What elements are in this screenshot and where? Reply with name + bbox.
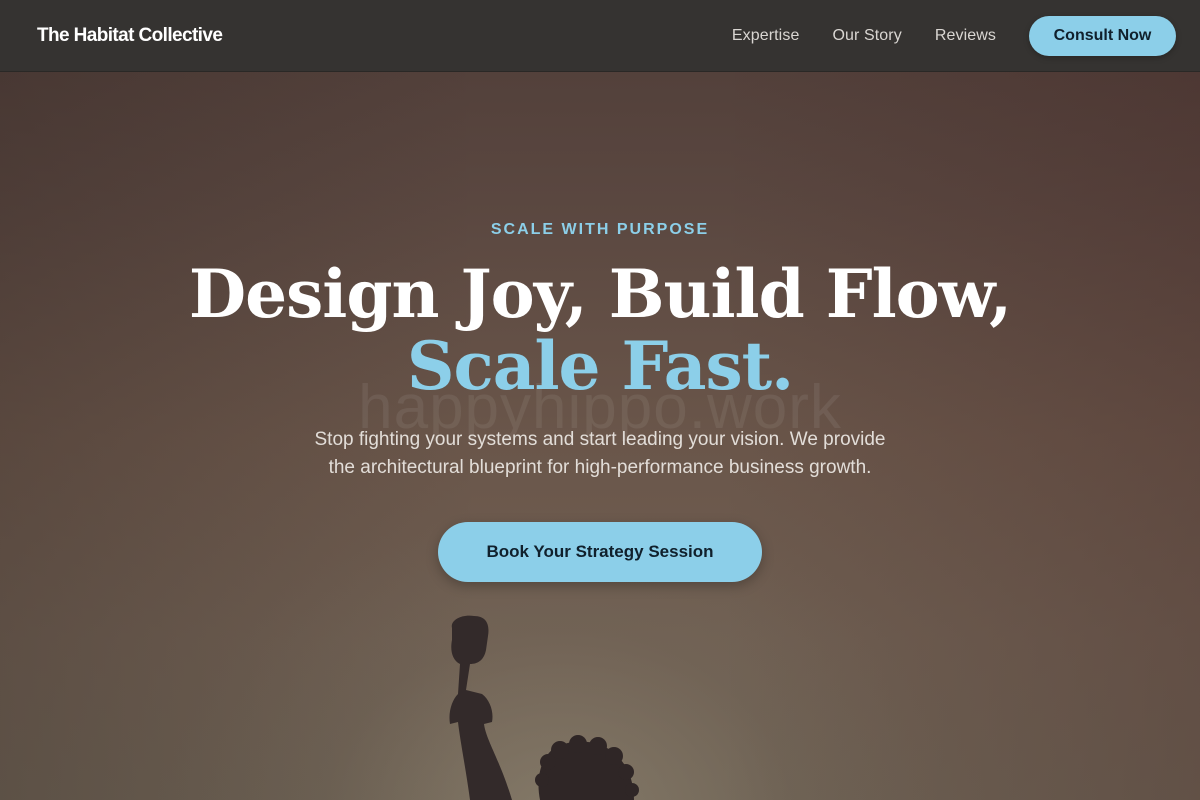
hero-headline: Design Joy, Build Flow, Scale Fast. — [0, 258, 1200, 402]
nav-link-reviews[interactable]: Reviews — [935, 27, 996, 45]
top-navbar: The Habitat Collective Expertise Our Sto… — [0, 0, 1200, 72]
hero-subtext: Stop fighting your systems and start lea… — [270, 426, 930, 482]
hero-content: SCALE WITH PURPOSE happyhippo.work Desig… — [0, 0, 1200, 800]
nav-links: Expertise Our Story Reviews Consult Now — [732, 15, 1176, 56]
book-strategy-session-button[interactable]: Book Your Strategy Session — [438, 522, 762, 582]
headline-line-1: Design Joy, Build Flow, — [188, 255, 1012, 333]
consult-now-button[interactable]: Consult Now — [1029, 15, 1176, 56]
subtext-line-1: Stop fighting your systems and start lea… — [314, 429, 886, 450]
nav-link-our-story[interactable]: Our Story — [832, 27, 901, 45]
subtext-line-2: the architectural blueprint for high-per… — [328, 457, 872, 478]
nav-link-expertise[interactable]: Expertise — [732, 27, 800, 45]
hero-eyebrow: SCALE WITH PURPOSE — [490, 221, 710, 238]
headline-line-2: Scale Fast. — [406, 327, 794, 405]
brand-logo[interactable]: The Habitat Collective — [37, 25, 223, 47]
